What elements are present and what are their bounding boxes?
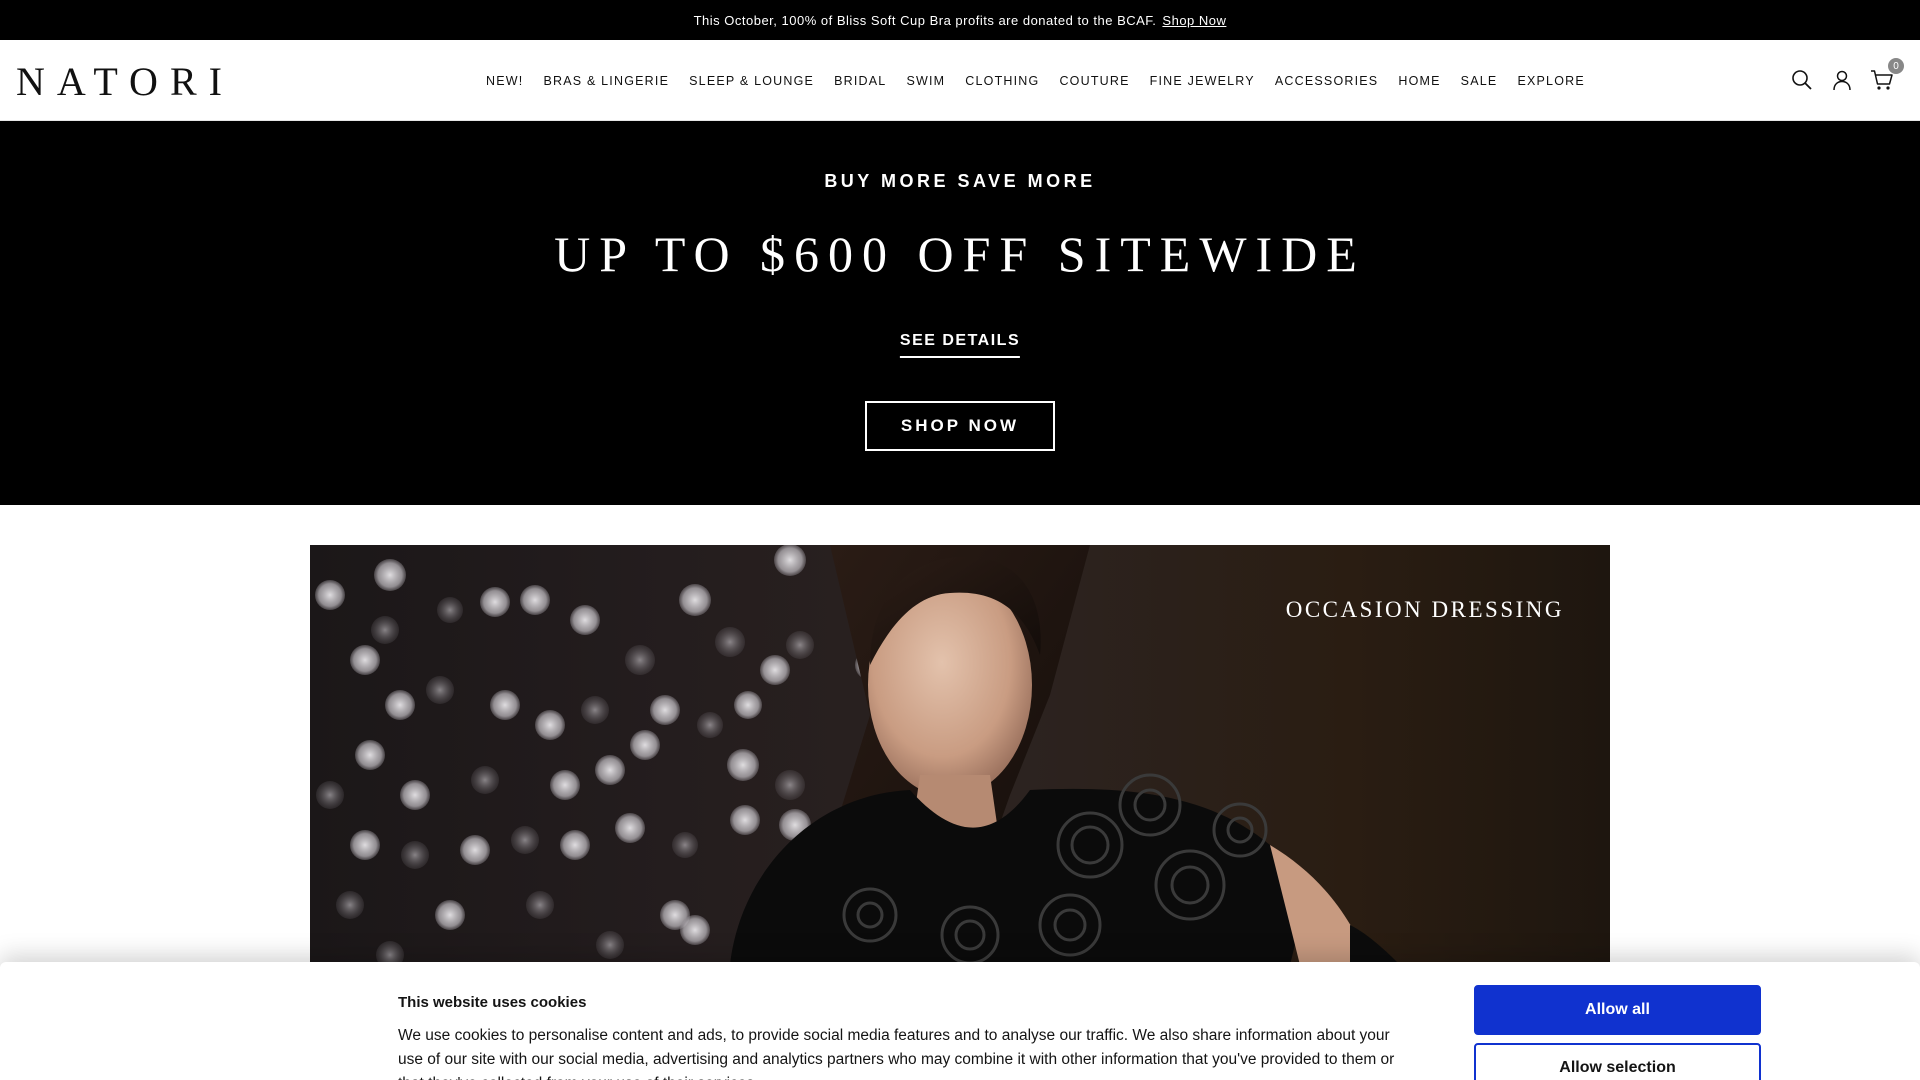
cookie-title: This website uses cookies xyxy=(398,994,587,1011)
allow-selection-button[interactable]: Allow selection xyxy=(1474,1043,1761,1080)
announcement-shop-now-link[interactable]: Shop Now xyxy=(1162,13,1226,28)
search-icon[interactable] xyxy=(1788,66,1816,94)
header-icons: 0 xyxy=(1776,58,1904,94)
cart-icon[interactable]: 0 xyxy=(1868,58,1904,94)
nav-item-bras-lingerie[interactable]: BRAS & LINGERIE xyxy=(543,74,669,88)
nav-item-couture[interactable]: COUTURE xyxy=(1059,74,1129,88)
allow-all-button[interactable]: Allow all xyxy=(1474,985,1761,1035)
nav-item-accessories[interactable]: ACCESSORIES xyxy=(1275,74,1379,88)
promo-banner: BUY MORE SAVE MORE UP TO $600 OFF SITEWI… xyxy=(0,121,1920,505)
user-icon[interactable] xyxy=(1828,66,1856,94)
nav-item-bridal[interactable]: BRIDAL xyxy=(834,74,886,88)
occasion-dressing-label: OCCASION DRESSING xyxy=(1285,597,1564,622)
nav-item-new[interactable]: NEW! xyxy=(486,74,523,88)
cookie-description: We use cookies to personalise content an… xyxy=(398,1027,1395,1080)
main-nav: NEW! BRAS & LINGERIE SLEEP & LOUNGE BRID… xyxy=(486,40,1605,121)
nav-item-sleep-lounge[interactable]: SLEEP & LOUNGE xyxy=(689,74,814,88)
promo-eyebrow: BUY MORE SAVE MORE xyxy=(824,171,1096,191)
nav-item-clothing[interactable]: CLOTHING xyxy=(965,74,1039,88)
nav-item-home[interactable]: HOME xyxy=(1398,74,1440,88)
announcement-bar: This October, 100% of Bliss Soft Cup Bra… xyxy=(0,0,1920,40)
nav-item-explore[interactable]: EXPLORE xyxy=(1517,74,1584,88)
nav-item-swim[interactable]: SWIM xyxy=(906,74,945,88)
nav-item-sale[interactable]: SALE xyxy=(1461,74,1498,88)
promo-title: UP TO $600 OFF SITEWIDE xyxy=(554,226,1366,282)
see-details-link[interactable]: SEE DETAILS xyxy=(899,332,1021,358)
cart-count-badge: 0 xyxy=(1888,58,1904,74)
announcement-text: This October, 100% of Bliss Soft Cup Bra… xyxy=(693,12,1157,28)
site-header: NATORI NEW! BRAS & LINGERIE SLEEP & LOUN… xyxy=(0,40,1920,121)
shop-now-button[interactable]: SHOP NOW xyxy=(865,401,1055,451)
occasion-dressing-banner[interactable]: OCCASION DRESSING xyxy=(310,545,1610,965)
nav-item-fine-jewelry[interactable]: FINE JEWELRY xyxy=(1150,74,1255,88)
logo[interactable]: NATORI xyxy=(16,62,234,102)
